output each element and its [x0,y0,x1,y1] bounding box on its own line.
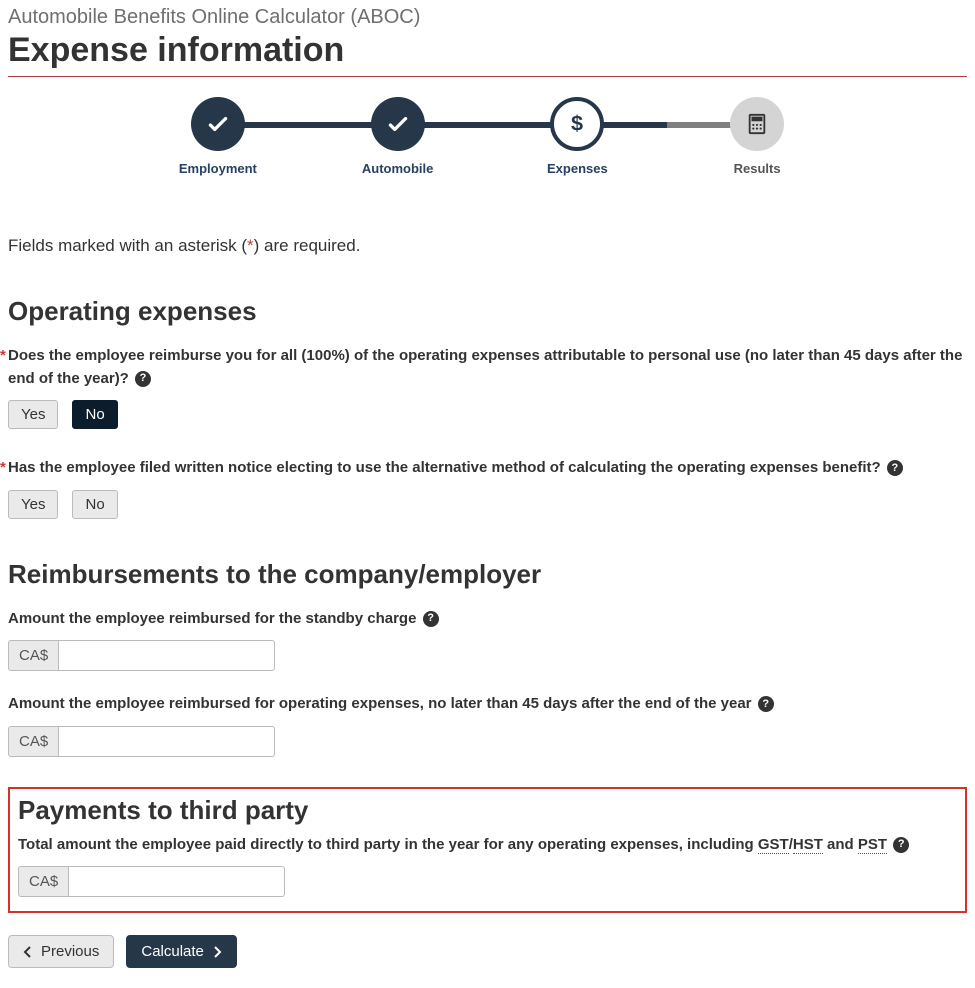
currency-prefix: CA$ [8,726,58,757]
step-results: Results [667,97,847,176]
text: Total amount the employee paid directly … [18,836,758,853]
text: Amount the employee reimbursed for the s… [8,610,416,627]
help-icon[interactable]: ? [423,611,439,627]
footer-buttons: Previous Calculate [8,935,967,968]
text: Has the employee filed written notice el… [8,459,881,476]
abbr-gst: GST [758,836,789,854]
header: Automobile Benefits Online Calculator (A… [8,6,967,77]
app-title: Automobile Benefits Online Calculator (A… [8,6,967,29]
abbr-hst: HST [793,836,823,854]
third-party-heading: Payments to third party [18,795,957,826]
q1-label: Does the employee reimburse you for all … [8,345,967,390]
abbr-pst: PST [858,836,887,854]
text: Does the employee reimburse you for all … [8,347,962,387]
reimbursements-heading: Reimbursements to the company/employer [8,559,967,590]
step-label: Results [734,161,781,176]
button-label: Calculate [141,943,204,960]
currency-prefix: CA$ [8,640,58,671]
q2-toggle-group: Yes No [8,490,967,519]
required-fields-note: Fields marked with an asterisk (*) are r… [8,236,967,256]
help-icon[interactable]: ? [893,837,909,853]
help-icon[interactable]: ? [758,696,774,712]
check-icon [371,97,425,151]
asterisk-icon: * [247,236,254,255]
text: Amount the employee reimbursed for opera… [8,695,752,712]
calculate-button[interactable]: Calculate [126,935,237,968]
standby-input-group: CA$ [8,640,244,671]
q1-yes-button[interactable]: Yes [8,400,58,429]
step-employment[interactable]: Employment [128,97,308,176]
currency-prefix: CA$ [18,866,68,897]
third-party-label: Total amount the employee paid directly … [18,834,957,857]
step-label: Employment [179,161,257,176]
text: Fields marked with an asterisk ( [8,236,247,255]
text: ) are required. [254,236,361,255]
third-party-highlight: Payments to third party Total amount the… [8,787,967,914]
check-icon [191,97,245,151]
step-expenses[interactable]: $ Expenses [488,97,668,176]
step-label: Automobile [362,161,434,176]
q1-toggle-group: Yes No [8,400,967,429]
previous-button[interactable]: Previous [8,935,114,968]
step-automobile[interactable]: Automobile [308,97,488,176]
operating-expenses-heading: Operating expenses [8,296,967,327]
page-title: Expense information [8,31,967,70]
help-icon[interactable]: ? [135,371,151,387]
title-rule [8,76,967,77]
q2-no-button[interactable]: No [72,490,117,519]
q1-no-button[interactable]: No [72,400,117,429]
chevron-right-icon [212,946,222,958]
q2-label: Has the employee filed written notice el… [8,457,967,480]
step-label: Expenses [547,161,608,176]
third-party-input-group: CA$ [18,866,254,897]
opex-input-group: CA$ [8,726,244,757]
third-party-amount-input[interactable] [68,866,285,897]
help-icon[interactable]: ? [887,460,903,476]
text: and [823,836,858,853]
opex-amount-input[interactable] [58,726,275,757]
standby-amount-input[interactable] [58,640,275,671]
chevron-left-icon [23,946,33,958]
progress-stepper: Employment Automobile $ Expenses Results [8,97,967,176]
q2-yes-button[interactable]: Yes [8,490,58,519]
opex-label: Amount the employee reimbursed for opera… [8,693,967,716]
dollar-icon: $ [550,97,604,151]
calculator-icon [730,97,784,151]
button-label: Previous [41,943,99,960]
svg-text:$: $ [571,111,583,136]
standby-label: Amount the employee reimbursed for the s… [8,608,967,631]
